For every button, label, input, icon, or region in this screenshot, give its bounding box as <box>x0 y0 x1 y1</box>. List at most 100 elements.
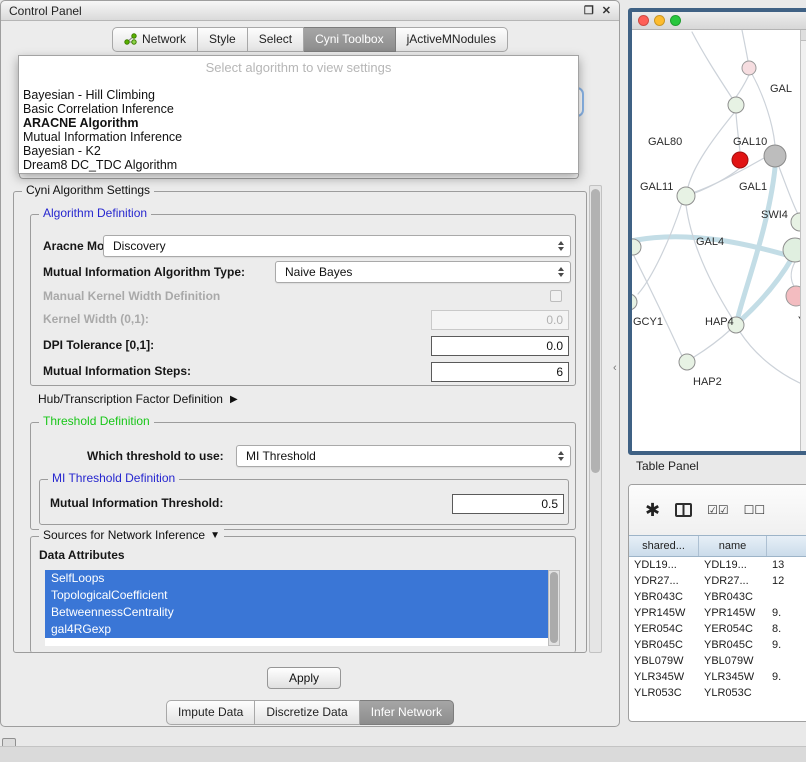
dropdown-placeholder: Select algorithm to view settings <box>19 56 578 88</box>
cell-name: YDL19... <box>699 557 767 573</box>
graph-node-label: GAL80 <box>648 136 682 148</box>
list-item[interactable]: gal4RGexp <box>45 621 548 638</box>
graph-edge[interactable] <box>694 330 730 357</box>
attributes-list-scrollbar[interactable] <box>548 570 560 646</box>
network-icon <box>124 33 137 45</box>
hub-definition-section[interactable]: Hub/Transcription Factor Definition ▶ <box>38 390 238 408</box>
cell-shared-name: YLR053C <box>629 685 699 701</box>
tab-jactivemnodules[interactable]: jActiveMNodules <box>396 27 508 52</box>
dpi-tolerance-field[interactable]: 0.0 <box>431 336 569 356</box>
aracne-mode-select[interactable]: Discovery <box>103 235 571 257</box>
cell-name: YDR27... <box>699 573 767 589</box>
network-window-titlebar[interactable] <box>632 12 806 30</box>
cell-shared-name: YPR145W <box>629 605 699 621</box>
graph-node[interactable] <box>764 145 786 167</box>
mi-algorithm-type-select[interactable]: Naive Bayes <box>275 261 571 283</box>
tab-label: Infer Network <box>371 705 442 719</box>
graph-node[interactable] <box>677 187 695 205</box>
column-selector-icon[interactable] <box>675 503 692 517</box>
graph-edge[interactable] <box>791 262 795 288</box>
graph-edge[interactable] <box>638 203 682 294</box>
manual-kernel-checkbox[interactable] <box>550 290 562 302</box>
graph-node-label: GAL10 <box>733 136 767 148</box>
graph-node-label: HAP2 <box>693 376 722 388</box>
dropdown-item-highlighted[interactable]: ARACNE Algorithm <box>19 116 578 130</box>
list-item[interactable]: TopologicalCoefficient <box>45 587 548 604</box>
mi-type-value: Naive Bayes <box>276 265 555 279</box>
deselect-all-checkboxes-icon[interactable]: ☐☐ <box>744 503 766 517</box>
cell-name: YPR145W <box>699 605 767 621</box>
which-threshold-value: MI Threshold <box>237 449 555 463</box>
graph-edge[interactable] <box>634 256 682 356</box>
graph-node[interactable] <box>632 294 637 310</box>
which-threshold-select[interactable]: MI Threshold <box>236 445 571 467</box>
graph-edge[interactable] <box>686 205 732 318</box>
table-row[interactable]: YDR27...YDR27...12 <box>629 573 806 589</box>
graph-edge[interactable] <box>736 75 749 97</box>
network-graph: GALGAL80GAL10GAL11GAL1SWI4GAL4GCY1HAP4YH… <box>632 30 806 451</box>
table-row[interactable]: YPR145WYPR145W9. <box>629 605 806 621</box>
table-row[interactable]: YER054CYER054C8. <box>629 621 806 637</box>
dropdown-item[interactable]: Basic Correlation Inference <box>19 102 578 116</box>
close-window-icon[interactable]: ✕ <box>602 4 611 17</box>
table-header: shared... name <box>629 535 806 557</box>
table-row[interactable]: YBR045CYBR045C9. <box>629 637 806 653</box>
network-canvas[interactable]: GALGAL80GAL10GAL11GAL1SWI4GAL4GCY1HAP4YH… <box>632 30 806 451</box>
tab-style[interactable]: Style <box>198 27 248 52</box>
tab-network[interactable]: Network <box>112 27 198 52</box>
zoom-traffic-light-icon[interactable] <box>670 15 681 26</box>
table-row[interactable]: YBR043CYBR043C <box>629 589 806 605</box>
dropdown-item[interactable]: Bayesian - Hill Climbing <box>19 88 578 102</box>
tab-cyni-toolbox[interactable]: Cyni Toolbox <box>304 27 395 52</box>
tab-discretize-data[interactable]: Discretize Data <box>255 700 359 725</box>
dropdown-item[interactable]: Dream8 DC_TDC Algorithm <box>19 158 578 172</box>
collapse-down-icon[interactable]: ▼ <box>210 530 220 541</box>
mi-threshold-field[interactable]: 0.5 <box>452 494 564 514</box>
column-header-shared-name[interactable]: shared... <box>629 536 699 556</box>
scroll-up-button[interactable] <box>801 30 806 41</box>
dropdown-item[interactable]: Mutual Information Inference <box>19 130 578 144</box>
kernel-width-field[interactable]: 0.0 <box>431 310 569 330</box>
tab-label: Select <box>259 32 292 46</box>
table-row[interactable]: YBL079WYBL079W <box>629 653 806 669</box>
settings-scrollbar[interactable] <box>589 185 602 653</box>
panel-splitter-handle[interactable]: ‹ <box>613 362 617 374</box>
list-item[interactable]: BetweennessCentrality <box>45 604 548 621</box>
tab-label: Network <box>142 32 186 46</box>
select-all-checkboxes-icon[interactable]: ☑☑ <box>707 503 729 517</box>
close-traffic-light-icon[interactable] <box>638 15 649 26</box>
graph-node-label: GAL11 <box>640 181 673 193</box>
graph-edge[interactable] <box>692 32 732 98</box>
graph-edge[interactable] <box>779 167 798 214</box>
graph-node[interactable] <box>742 61 756 75</box>
table-row[interactable]: YLR053CYLR053C <box>629 685 806 701</box>
graph-node[interactable] <box>728 97 744 113</box>
tab-impute-data[interactable]: Impute Data <box>166 700 255 725</box>
list-item[interactable]: SelfLoops <box>45 570 548 587</box>
column-header-name[interactable]: name <box>699 536 767 556</box>
minimize-traffic-light-icon[interactable] <box>654 15 665 26</box>
graph-edge[interactable] <box>688 113 734 187</box>
dropdown-item[interactable]: Bayesian - K2 <box>19 144 578 158</box>
scrollbar-thumb[interactable] <box>591 189 600 473</box>
graph-node[interactable] <box>732 152 748 168</box>
table-row[interactable]: YLR345WYLR345W9. <box>629 669 806 685</box>
network-canvas-scrollbar[interactable] <box>800 30 806 451</box>
threshold-definition-title: Threshold Definition <box>39 414 154 428</box>
graph-edge[interactable] <box>740 332 802 384</box>
float-window-icon[interactable]: ❐ <box>584 4 594 17</box>
combo-arrows-icon <box>555 451 570 461</box>
cell-shared-name: YBR045C <box>629 637 699 653</box>
cell-extra <box>767 653 806 669</box>
graph-node[interactable] <box>679 354 695 370</box>
tab-select[interactable]: Select <box>248 27 304 52</box>
table-row[interactable]: YDL19...YDL19...13 <box>629 557 806 573</box>
apply-button[interactable]: Apply <box>267 667 341 689</box>
gear-icon[interactable]: ✱ <box>645 501 660 519</box>
mi-steps-field[interactable]: 6 <box>431 362 569 382</box>
tab-infer-network[interactable]: Infer Network <box>360 700 454 725</box>
column-header-extra[interactable] <box>767 536 806 556</box>
graph-edge[interactable] <box>742 30 748 61</box>
control-panel-titlebar[interactable]: Control Panel ❐ ✕ <box>1 1 619 21</box>
expand-right-icon[interactable]: ▶ <box>230 394 238 405</box>
